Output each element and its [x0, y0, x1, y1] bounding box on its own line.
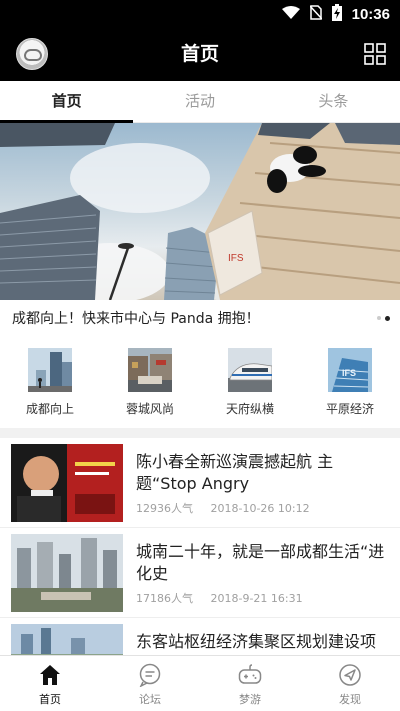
nav-label: 梦游: [239, 693, 261, 706]
news-thumbnail: [11, 444, 123, 522]
category-label: 天府纵横: [225, 402, 274, 416]
news-item[interactable]: 陈小春全新巡演震撼起航 主题“Stop Angry 12936人气 2018-1…: [0, 438, 400, 528]
train-photo: [228, 348, 272, 392]
banner-caption-text: 成都向上！快来市中心与 Panda 拥抱！: [12, 311, 260, 327]
news-date: 2018-9-21 16:31: [210, 592, 303, 605]
news-date: 2018-10-26 10:12: [210, 502, 310, 515]
nav-dream[interactable]: 梦游: [200, 656, 300, 711]
nav-forum[interactable]: 论坛: [100, 656, 200, 711]
nav-label: 首页: [39, 693, 61, 706]
carousel-indicator: [377, 315, 390, 321]
home-icon: [40, 665, 60, 685]
carousel-dot[interactable]: [377, 316, 381, 320]
bottom-nav: 首页 论坛 梦游 发现: [0, 655, 400, 711]
news-item[interactable]: 城南二十年，就是一部成都生活“进化史 17186人气 2018-9-21 16:…: [0, 528, 400, 618]
battery-charging-icon: [331, 3, 342, 25]
top-tabs: 首页 活动 头条: [0, 81, 400, 123]
news-item[interactable]: 东客站枢纽经济集聚区规划建设项目: [0, 618, 400, 656]
grid-icon[interactable]: [364, 43, 386, 65]
category-tianfu[interactable]: 天府纵横: [200, 338, 300, 428]
no-sim-icon: [309, 4, 323, 24]
status-time: 10:36: [351, 5, 390, 23]
tab-headlines[interactable]: 头条: [267, 81, 400, 122]
status-bar: 10:36: [0, 0, 400, 28]
app-header: 首页: [0, 28, 400, 81]
tab-home[interactable]: 首页: [0, 81, 134, 123]
news-title: 陈小春全新巡演震撼起航 主题“Stop Angry: [136, 452, 334, 493]
news-meta: 17186人气 2018-9-21 16:31: [136, 590, 303, 606]
section-divider: [0, 428, 400, 438]
category-label: 成都向上: [25, 402, 74, 416]
nav-home[interactable]: 首页: [0, 656, 100, 711]
carousel-dot-active[interactable]: [385, 315, 390, 321]
category-row: 成都向上 蓉城风尚 天府纵横 IFS 平原经济: [0, 338, 400, 428]
tab-activity[interactable]: 活动: [133, 81, 266, 122]
svg-text:IFS: IFS: [228, 253, 244, 264]
street-photo: [128, 348, 172, 392]
news-meta: 12936人气 2018-10-26 10:12: [136, 500, 310, 516]
page-title: 首页: [180, 43, 219, 65]
wifi-icon: [281, 5, 300, 24]
category-plain-economy[interactable]: IFS 平原经济: [300, 338, 400, 428]
city-photo: [28, 348, 72, 392]
category-chengdu-up[interactable]: 成都向上: [0, 338, 100, 428]
news-views: 12936人气: [136, 502, 193, 515]
news-views: 17186人气: [136, 592, 193, 605]
banner-image[interactable]: IFS: [0, 123, 400, 300]
category-label: 蓉城风尚: [125, 402, 174, 416]
category-rongcheng-style[interactable]: 蓉城风尚: [100, 338, 200, 428]
news-thumbnail: [11, 624, 123, 656]
nav-discover[interactable]: 发现: [300, 656, 400, 711]
svg-text:IFS: IFS: [342, 368, 356, 378]
compass-icon: [339, 664, 361, 686]
chat-icon: [139, 663, 161, 687]
news-title: 东客站枢纽经济集聚区规划建设项目: [136, 632, 377, 656]
banner-caption: 成都向上！快来市中心与 Panda 拥抱！: [0, 300, 400, 338]
nav-label: 发现: [339, 693, 361, 706]
news-title: 城南二十年，就是一部成都生活“进化史: [136, 542, 385, 583]
gamepad-icon: [238, 664, 262, 684]
category-label: 平原经济: [325, 402, 374, 416]
news-list: 陈小春全新巡演震撼起航 主题“Stop Angry 12936人气 2018-1…: [0, 438, 400, 656]
nav-label: 论坛: [139, 693, 161, 706]
building-photo: IFS: [328, 348, 372, 392]
news-thumbnail: [11, 534, 123, 612]
